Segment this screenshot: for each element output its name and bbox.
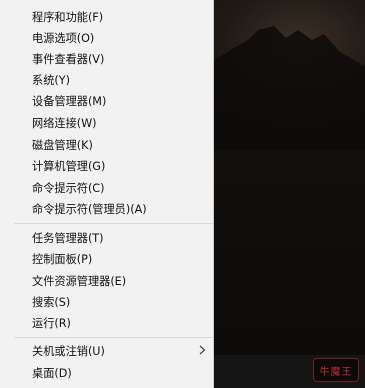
menu-item-file-explorer[interactable]: 文件资源管理器(E)	[0, 270, 213, 291]
menu-item-command-prompt-admin[interactable]: 命令提示符(管理员)(A)	[0, 198, 213, 219]
menu-item-label: 桌面(D)	[32, 366, 72, 380]
menu-item-run[interactable]: 运行(R)	[0, 312, 213, 333]
menu-item-power-options[interactable]: 电源选项(O)	[0, 27, 213, 48]
menu-item-label: 系统(Y)	[32, 73, 70, 87]
winx-context-menu: 程序和功能(F) 电源选项(O) 事件查看器(V) 系统(Y) 设备管理器(M)…	[0, 0, 214, 388]
menu-item-system[interactable]: 系统(Y)	[0, 69, 213, 90]
menu-item-shutdown-signout[interactable]: 关机或注销(U)	[0, 340, 213, 361]
menu-item-control-panel[interactable]: 控制面板(P)	[0, 248, 213, 269]
mountain-silhouette	[214, 0, 365, 150]
menu-item-label: 任务管理器(T)	[32, 231, 104, 245]
menu-item-label: 搜索(S)	[32, 295, 71, 309]
taskbar: 牛魔王	[214, 355, 365, 388]
menu-item-label: 计算机管理(G)	[32, 159, 106, 173]
menu-item-search[interactable]: 搜索(S)	[0, 291, 213, 312]
menu-item-label: 电源选项(O)	[32, 31, 95, 45]
watermark-text: 牛魔王	[319, 366, 353, 378]
chevron-right-icon	[199, 345, 206, 355]
menu-separator	[14, 337, 213, 338]
menu-item-programs-features[interactable]: 程序和功能(F)	[0, 6, 213, 27]
menu-item-label: 运行(R)	[32, 316, 71, 330]
menu-item-label: 网络连接(W)	[32, 116, 97, 130]
menu-item-label: 程序和功能(F)	[32, 10, 104, 24]
menu-item-label: 磁盘管理(K)	[32, 138, 93, 152]
menu-item-label: 设备管理器(M)	[32, 94, 107, 108]
menu-item-label: 关机或注销(U)	[32, 344, 105, 358]
menu-item-network-connections[interactable]: 网络连接(W)	[0, 112, 213, 133]
menu-item-event-viewer[interactable]: 事件查看器(V)	[0, 48, 213, 69]
menu-item-label: 控制面板(P)	[32, 252, 93, 266]
menu-item-desktop[interactable]: 桌面(D)	[0, 362, 213, 383]
menu-item-command-prompt[interactable]: 命令提示符(C)	[0, 177, 213, 198]
watermark-logo: 牛魔王	[313, 358, 359, 382]
menu-item-task-manager[interactable]: 任务管理器(T)	[0, 227, 213, 248]
menu-item-label: 事件查看器(V)	[32, 52, 105, 66]
menu-item-label: 文件资源管理器(E)	[32, 274, 127, 288]
menu-item-label: 命令提示符(管理员)(A)	[32, 202, 147, 216]
menu-item-label: 命令提示符(C)	[32, 181, 105, 195]
menu-item-computer-management[interactable]: 计算机管理(G)	[0, 155, 213, 176]
menu-item-disk-management[interactable]: 磁盘管理(K)	[0, 134, 213, 155]
menu-separator	[14, 223, 213, 224]
menu-item-device-manager[interactable]: 设备管理器(M)	[0, 90, 213, 111]
